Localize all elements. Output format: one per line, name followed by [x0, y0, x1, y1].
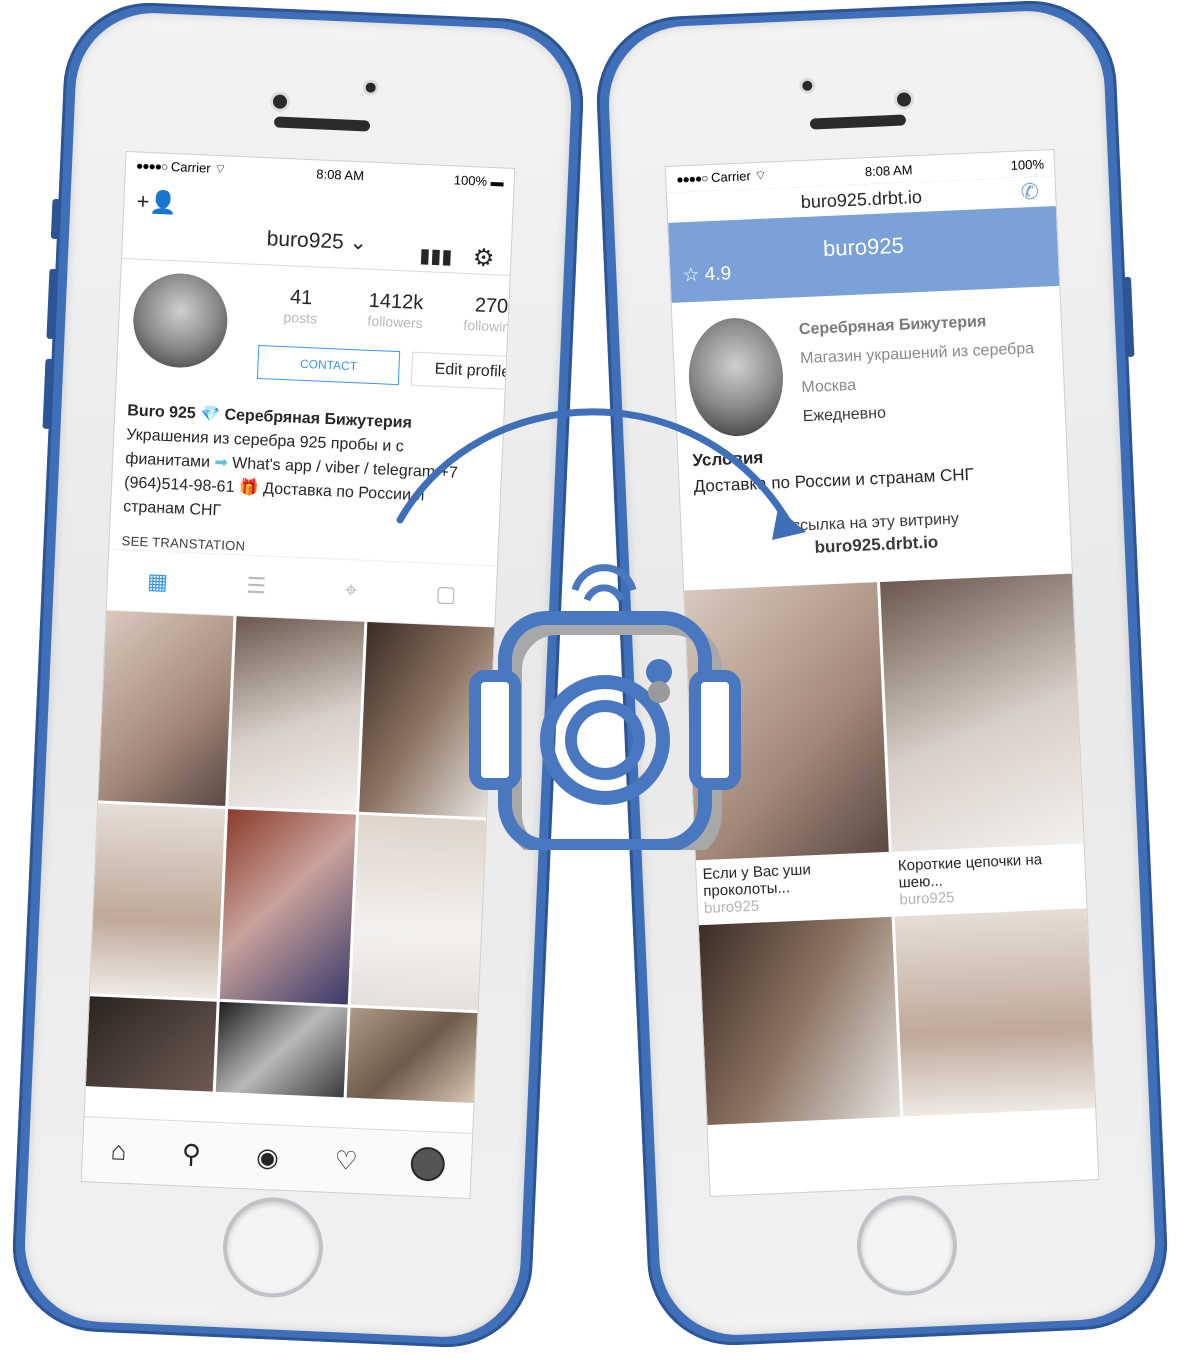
username: buro925 [266, 227, 345, 254]
edit-profile-button[interactable]: Edit profile [410, 351, 515, 391]
chevron-down-icon: ⌄ [349, 230, 368, 255]
battery: 100% [1010, 155, 1045, 173]
heart-icon[interactable]: ♡ [334, 1145, 359, 1177]
wifi-icon: ⌔ [754, 167, 767, 184]
product-caption: Короткие цепочки на шею... buro925 [891, 843, 1086, 913]
store-avatar [686, 316, 786, 439]
product-card[interactable]: Короткие цепочки на шею... buro925 [879, 573, 1087, 914]
left-phone: ●●●●○ Carrier ⌔ 8:08 AM 100% ▬ +👤 buro92… [9, 0, 587, 1351]
clock: 8:08 AM [864, 161, 913, 179]
product-caption: Если у Вас уши проколоты... buro925 [696, 852, 891, 922]
post-thumbnail[interactable] [358, 621, 495, 818]
post-thumbnail[interactable] [346, 1007, 478, 1104]
product-image [684, 582, 889, 861]
diamond-icon: 💎 [199, 405, 221, 424]
contact-button[interactable]: CONTACT [256, 344, 401, 386]
search-icon[interactable]: ⚲ [181, 1138, 201, 1170]
post-thumbnail[interactable] [85, 996, 217, 1092]
username-switcher[interactable]: buro925 ⌄ [123, 220, 512, 262]
location-pin-icon[interactable]: ⌖ [344, 577, 357, 604]
grid-view-icon[interactable]: ▦ [147, 568, 169, 595]
product-title: Если у Вас уши проколоты... [702, 861, 812, 900]
tagged-icon[interactable]: ▢ [435, 581, 457, 608]
bar-chart-icon[interactable]: ▮▮▮ [419, 243, 453, 269]
camera-icon[interactable]: ◉ [256, 1141, 280, 1173]
clock: 8:08 AM [316, 165, 365, 183]
product-image[interactable] [698, 916, 900, 1126]
avatar[interactable] [131, 271, 230, 370]
store-banner: buro925.drbt.io ✆ buro925 ☆ 4.9 [666, 176, 1060, 303]
product-image [879, 573, 1084, 852]
followers-count[interactable]: 1412k followers [367, 290, 424, 331]
signal: ●●●●○ Carrier ⌔ [135, 158, 227, 177]
post-thumbnail[interactable] [350, 814, 486, 1011]
wifi-icon: ⌔ [213, 160, 227, 177]
gear-icon[interactable]: ⚙ [472, 243, 495, 273]
add-user-icon[interactable]: +👤 [136, 189, 177, 217]
product-image[interactable] [894, 908, 1096, 1117]
url-text: buro925.drbt.io [800, 186, 923, 213]
storefront-screen: ●●●●○ Carrier ⌔ 8:08 AM 100% buro925.drb… [665, 150, 1099, 1196]
signal: ●●●●○ Carrier ⌔ [675, 167, 767, 187]
store-details: Серебряная Бижутерия Магазин украшений и… [798, 305, 1037, 431]
store-rating[interactable]: ☆ 4.9 [682, 262, 732, 287]
right-phone: ●●●●○ Carrier ⌔ 8:08 AM 100% buro925.drb… [593, 0, 1171, 1349]
posts-count[interactable]: 41 posts [283, 286, 318, 326]
post-thumbnail[interactable] [89, 803, 226, 999]
post-thumbnail[interactable] [228, 616, 365, 812]
phone-call-icon[interactable]: ✆ [1020, 177, 1040, 208]
product-card[interactable]: Если у Вас уши проколоты... buro925 [684, 582, 891, 922]
home-icon[interactable]: ⌂ [110, 1135, 127, 1167]
posts-grid [85, 610, 495, 1104]
post-thumbnail[interactable] [220, 809, 356, 1005]
list-view-icon[interactable]: ☰ [246, 573, 267, 600]
arrow-icon: ➡ [214, 454, 229, 472]
star-icon: ☆ [682, 264, 700, 287]
bio: Buro 925 💎 Серебряная Бижутерия Украшени… [109, 399, 503, 566]
profile-tab-avatar[interactable] [412, 1148, 444, 1180]
link-url[interactable]: buro925.drbt.io [814, 532, 938, 556]
post-thumbnail[interactable] [216, 1001, 348, 1098]
display-name: Buro 925 [126, 402, 197, 423]
products-grid: Если у Вас уши проколоты... buro925 Коро… [684, 573, 1096, 1126]
post-thumbnail[interactable] [98, 610, 234, 806]
gift-icon: 🎁 [238, 479, 260, 498]
battery: 100% ▬ [453, 171, 505, 189]
store-info: Серебряная Бижутерия Магазин украшений и… [672, 286, 1066, 449]
profile-summary: 41 posts 1412k followers 270 following C… [116, 259, 515, 416]
instagram-screen: ●●●●○ Carrier ⌔ 8:08 AM 100% ▬ +👤 buro92… [81, 152, 515, 1198]
following-count[interactable]: 270 following [463, 294, 514, 335]
